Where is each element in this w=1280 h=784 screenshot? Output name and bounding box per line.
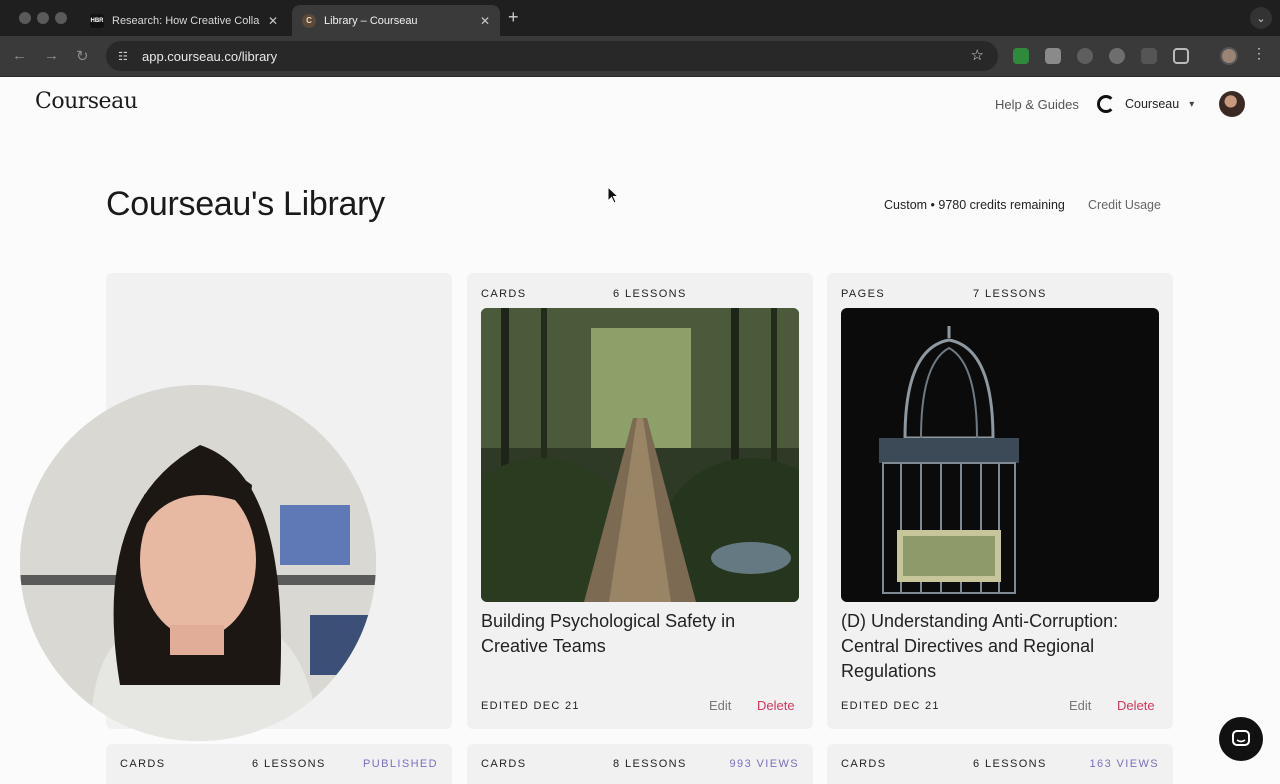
course-card[interactable]: CARDS 6 LESSONS PUBLISHED — [106, 744, 452, 784]
course-type: CARDS — [481, 758, 527, 770]
tab-research[interactable]: HBR Research: How Creative Colla ✕ — [80, 5, 288, 36]
edit-button[interactable]: Edit — [709, 698, 731, 713]
chat-support-button[interactable] — [1219, 717, 1263, 761]
extension-icon[interactable] — [1013, 48, 1029, 64]
webcam-overlay — [20, 385, 376, 741]
tab-title: Library – Courseau — [324, 14, 418, 27]
delete-button[interactable]: Delete — [757, 698, 795, 713]
tab-library[interactable]: C Library – Courseau ✕ — [292, 5, 500, 36]
workspace-name: Courseau — [1125, 97, 1180, 111]
lesson-count: 7 LESSONS — [973, 288, 1047, 300]
plan-credits: Custom • 9780 credits remaining — [884, 198, 1065, 212]
minimize-window-dot[interactable] — [37, 12, 49, 24]
tab-title: Research: How Creative Colla — [112, 14, 260, 27]
edited-date: EDITED DEC 21 — [481, 700, 580, 712]
course-type: CARDS — [841, 758, 887, 770]
close-window-dot[interactable] — [19, 12, 31, 24]
extensions-puzzle-icon[interactable] — [1173, 48, 1189, 64]
course-thumbnail[interactable] — [841, 308, 1159, 602]
lesson-count: 8 LESSONS — [613, 758, 687, 770]
back-icon[interactable]: ← — [12, 47, 27, 64]
bookmark-star-icon[interactable]: ☆ — [971, 46, 984, 64]
chevron-down-icon[interactable]: ⌄ — [1250, 7, 1272, 29]
course-title[interactable]: Building Psychological Safety in Creativ… — [481, 609, 791, 659]
course-title[interactable]: (D) Understanding Anti-Corruption: Centr… — [841, 609, 1151, 684]
course-type: CARDS — [481, 288, 527, 300]
more-menu-icon[interactable]: ⋮ — [1252, 45, 1266, 62]
lesson-count: 6 LESSONS — [613, 288, 687, 300]
course-thumbnail[interactable] — [481, 308, 799, 602]
chat-icon — [1232, 730, 1250, 746]
course-card[interactable]: CARDS 6 LESSONS 163 VIEWS — [827, 744, 1173, 784]
reload-icon[interactable]: ↻ — [76, 47, 89, 65]
browser-profile-icon[interactable] — [1220, 47, 1238, 65]
help-guides-link[interactable]: Help & Guides — [995, 97, 1079, 112]
course-card[interactable]: CARDS 8 LESSONS 993 VIEWS — [467, 744, 813, 784]
browser-tab-bar: HBR Research: How Creative Colla ✕ C Lib… — [0, 0, 1280, 36]
course-type: PAGES — [841, 288, 886, 300]
hbr-favicon-icon: HBR — [90, 13, 104, 28]
course-card[interactable]: CARDS 6 LESSONS Building Psychological S… — [467, 273, 813, 729]
courseau-logo[interactable]: Courseau — [35, 89, 138, 114]
address-bar[interactable]: ☷ app.courseau.co/library ☆ — [106, 41, 998, 71]
delete-button[interactable]: Delete — [1117, 698, 1155, 713]
url-text: app.courseau.co/library — [142, 48, 278, 64]
edited-date: EDITED DEC 21 — [841, 700, 940, 712]
zoom-window-dot[interactable] — [55, 12, 67, 24]
forward-icon[interactable]: → — [44, 47, 59, 64]
page-title: Courseau's Library — [106, 185, 385, 223]
close-icon[interactable]: ✕ — [480, 14, 490, 28]
edit-button[interactable]: Edit — [1069, 698, 1091, 713]
camera-extension-icon[interactable] — [1077, 48, 1093, 64]
views-count: 163 VIEWS — [1089, 758, 1159, 770]
browser-toolbar: ← → ↻ ☷ app.courseau.co/library ☆ — [0, 36, 1280, 77]
extension-icon[interactable] — [1141, 48, 1157, 64]
new-tab-icon[interactable]: + — [508, 7, 519, 28]
course-card[interactable]: PAGES 7 LESSONS (D) Understanding Anti-C… — [827, 273, 1173, 729]
chevron-down-icon: ▾ — [1189, 98, 1195, 110]
avatar[interactable] — [1219, 91, 1245, 117]
courseau-favicon-icon: C — [302, 13, 316, 28]
credit-usage-link[interactable]: Credit Usage — [1088, 198, 1161, 212]
extension-icon[interactable] — [1109, 48, 1125, 64]
mouse-cursor-icon — [607, 186, 619, 204]
course-type: CARDS — [120, 758, 166, 770]
close-icon[interactable]: ✕ — [268, 14, 278, 28]
status-badge: PUBLISHED — [363, 758, 438, 770]
lesson-count: 6 LESSONS — [252, 758, 326, 770]
courseau-logo-icon — [1097, 95, 1115, 113]
views-count: 993 VIEWS — [729, 758, 799, 770]
workspace-switcher[interactable]: Courseau ▾ — [1097, 95, 1194, 113]
lesson-count: 6 LESSONS — [973, 758, 1047, 770]
site-settings-icon[interactable]: ☷ — [118, 50, 132, 63]
extension-icon[interactable] — [1045, 48, 1061, 64]
